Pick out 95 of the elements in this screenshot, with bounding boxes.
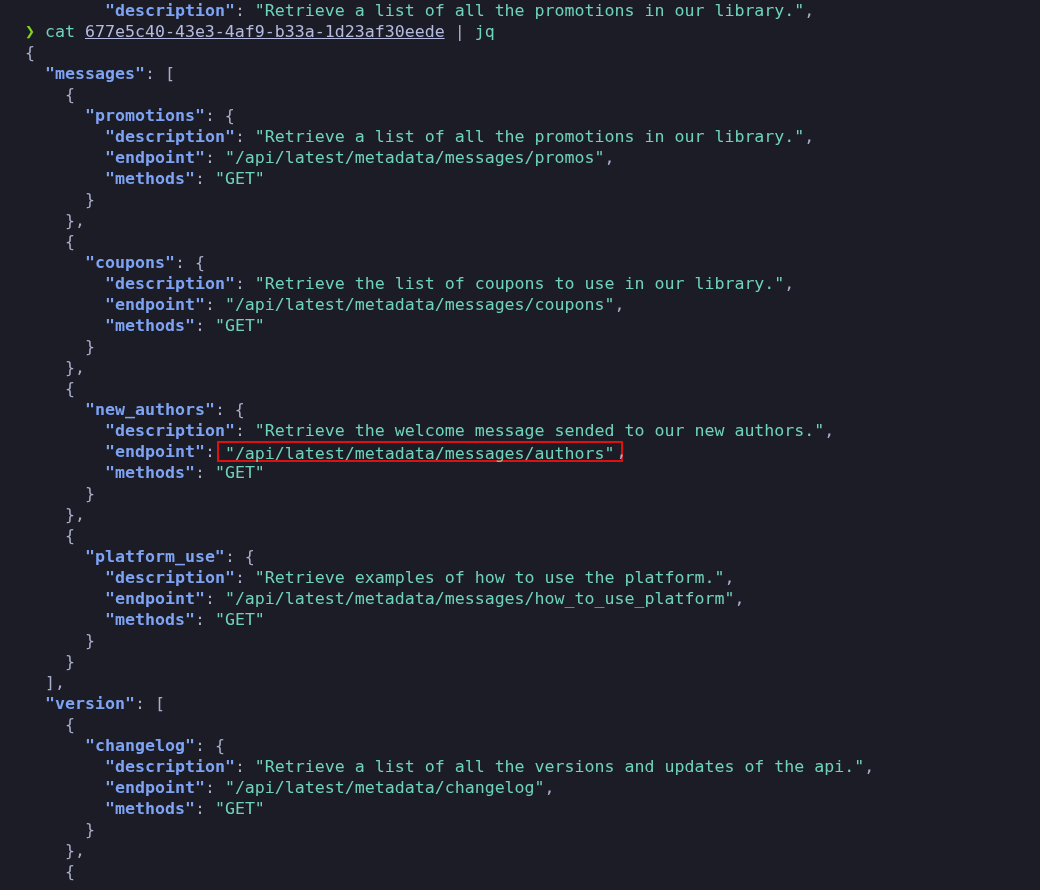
json-string: "Retrieve examples of how to use the platform." (254, 567, 725, 588)
json-punctuation: { (65, 861, 75, 882)
json-punctuation: { (65, 714, 75, 735)
json-string: "GET" (214, 462, 265, 483)
json-punctuation: { (65, 525, 75, 546)
json-punctuation: : { (194, 735, 225, 756)
json-punctuation: : (204, 294, 216, 315)
json-key: "methods" (105, 798, 195, 819)
json-key: "methods" (105, 315, 195, 336)
json-punctuation: , (804, 126, 815, 147)
json-string: "GET" (214, 798, 265, 819)
json-punctuation: , (616, 441, 627, 462)
json-punctuation: } (85, 630, 95, 651)
json-punctuation: : (234, 0, 246, 21)
json-key: "endpoint" (105, 147, 205, 168)
json-punctuation: }, (65, 357, 85, 378)
json-punctuation: , (824, 420, 835, 441)
json-key: "description" (105, 567, 235, 588)
json-punctuation: }, (65, 840, 85, 861)
json-key: "description" (105, 273, 235, 294)
json-punctuation: }, (65, 210, 85, 231)
json-key: "description" (105, 126, 235, 147)
json-punctuation: : [ (144, 63, 175, 84)
json-punctuation: , (864, 756, 875, 777)
json-key: "endpoint" (105, 588, 205, 609)
command-text: jq (474, 21, 495, 42)
json-string: "Retrieve a list of all the versions and updates of the api." (254, 756, 865, 777)
json-punctuation: : { (214, 399, 245, 420)
json-string: "/api/latest/metadata/messages/coupons" (224, 294, 615, 315)
json-key: "endpoint" (105, 441, 205, 462)
json-punctuation: : { (204, 105, 235, 126)
json-string: "/api/latest/metadata/changelog" (224, 777, 545, 798)
json-punctuation: : (194, 609, 206, 630)
json-punctuation: : (194, 168, 206, 189)
json-key: "description" (105, 0, 235, 21)
json-string: "Retrieve the list of coupons to use in our library." (254, 273, 785, 294)
json-punctuation: ], (45, 672, 65, 693)
json-punctuation: { (65, 231, 75, 252)
json-punctuation: : (204, 147, 216, 168)
json-punctuation: , (614, 294, 625, 315)
json-string: "/api/latest/metadata/messages/how_to_use_platform" (224, 588, 735, 609)
json-string: "GET" (214, 609, 265, 630)
json-key: "description" (105, 756, 235, 777)
json-punctuation: : { (174, 252, 205, 273)
json-punctuation: , (724, 567, 735, 588)
json-punctuation: : (234, 126, 246, 147)
command-text: cat (45, 21, 75, 42)
json-string: "GET" (214, 315, 265, 336)
json-key: "platform_use" (85, 546, 225, 567)
json-punctuation: : { (224, 546, 255, 567)
json-punctuation: } (85, 819, 95, 840)
json-punctuation: } (85, 483, 95, 504)
json-punctuation: : (204, 441, 216, 462)
json-key: "promotions" (85, 105, 205, 126)
prompt-symbol: ❯ (25, 21, 35, 42)
json-key: "endpoint" (105, 777, 205, 798)
json-key: "coupons" (85, 252, 175, 273)
json-punctuation: , (544, 777, 555, 798)
json-punctuation: : (234, 420, 246, 441)
json-key: "description" (105, 420, 235, 441)
json-punctuation: : (204, 588, 216, 609)
json-punctuation: { (25, 42, 35, 63)
json-string: "GET" (214, 168, 265, 189)
json-punctuation: { (65, 378, 75, 399)
json-key: "messages" (45, 63, 145, 84)
json-punctuation: } (85, 189, 95, 210)
json-key: "changelog" (85, 735, 195, 756)
json-string: "Retrieve a list of all the promotions in our library." (254, 0, 805, 21)
json-string: "Retrieve a list of all the promotions in our library." (254, 126, 805, 147)
json-punctuation: , (784, 273, 795, 294)
pipe-symbol: | (454, 21, 465, 42)
json-punctuation: , (734, 588, 745, 609)
json-punctuation: , (604, 147, 615, 168)
json-punctuation: : (194, 798, 206, 819)
file-path: 677e5c40-43e3-4af9-b33a-1d23af30eede (85, 21, 445, 42)
json-key: "methods" (105, 462, 195, 483)
json-punctuation: }, (65, 504, 85, 525)
json-punctuation: : (234, 567, 246, 588)
json-string: "Retrieve the welcome message sended to our new authors." (254, 420, 825, 441)
json-key: "version" (45, 693, 135, 714)
json-punctuation: } (85, 336, 95, 357)
json-key: "endpoint" (105, 294, 205, 315)
json-punctuation: : (234, 756, 246, 777)
json-punctuation: : (204, 777, 216, 798)
json-punctuation: , (804, 0, 815, 21)
json-punctuation: } (65, 651, 75, 672)
json-punctuation: : [ (134, 693, 165, 714)
json-punctuation: : (234, 273, 246, 294)
json-key: "methods" (105, 168, 195, 189)
json-punctuation: { (65, 84, 75, 105)
json-key: "new_authors" (85, 399, 215, 420)
json-string: "/api/latest/metadata/messages/promos" (224, 147, 605, 168)
json-key: "methods" (105, 609, 195, 630)
json-punctuation: : (194, 462, 206, 483)
json-punctuation: : (194, 315, 206, 336)
